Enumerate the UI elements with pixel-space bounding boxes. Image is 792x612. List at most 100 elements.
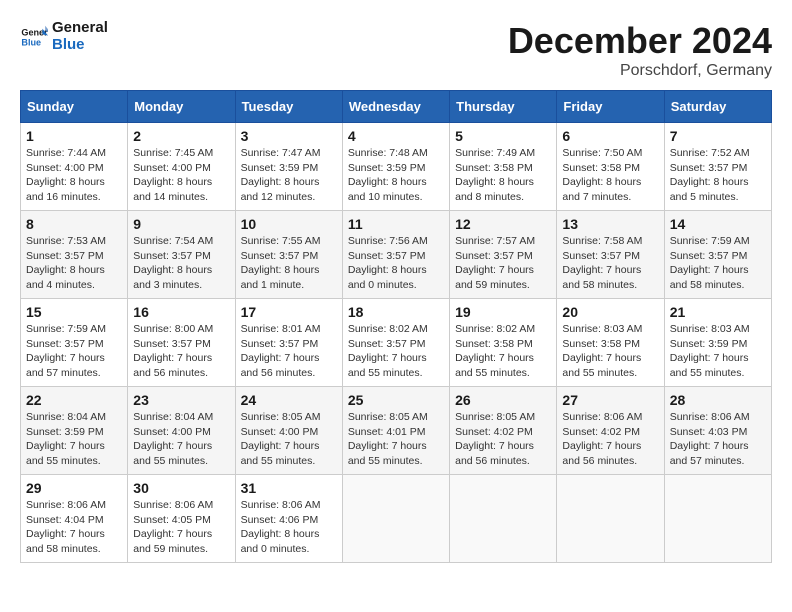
day-info: Sunrise: 7:57 AM Sunset: 3:57 PM Dayligh…	[455, 234, 551, 293]
svg-text:Blue: Blue	[21, 37, 41, 47]
daylight-label: Daylight: 8 hours and 7 minutes.	[562, 176, 641, 203]
sunrise-label: Sunrise: 7:57 AM	[455, 235, 535, 247]
day-info: Sunrise: 7:55 AM Sunset: 3:57 PM Dayligh…	[241, 234, 337, 293]
sunrise-label: Sunrise: 7:56 AM	[348, 235, 428, 247]
day-number: 3	[241, 128, 337, 144]
calendar-day-cell: 3 Sunrise: 7:47 AM Sunset: 3:59 PM Dayli…	[235, 123, 342, 211]
sunset-label: Sunset: 3:57 PM	[133, 338, 211, 350]
daylight-label: Daylight: 7 hours and 55 minutes.	[562, 352, 641, 379]
calendar-day-cell: 28 Sunrise: 8:06 AM Sunset: 4:03 PM Dayl…	[664, 387, 771, 475]
day-number: 20	[562, 304, 658, 320]
calendar-day-cell: 22 Sunrise: 8:04 AM Sunset: 3:59 PM Dayl…	[21, 387, 128, 475]
daylight-label: Daylight: 7 hours and 56 minutes.	[562, 440, 641, 467]
calendar-day-cell: 8 Sunrise: 7:53 AM Sunset: 3:57 PM Dayli…	[21, 211, 128, 299]
sunset-label: Sunset: 3:57 PM	[241, 250, 319, 262]
sunrise-label: Sunrise: 7:50 AM	[562, 147, 642, 159]
calendar-day-cell: 12 Sunrise: 7:57 AM Sunset: 3:57 PM Dayl…	[450, 211, 557, 299]
day-number: 30	[133, 480, 229, 496]
sunrise-label: Sunrise: 7:45 AM	[133, 147, 213, 159]
day-number: 6	[562, 128, 658, 144]
sunset-label: Sunset: 4:05 PM	[133, 514, 211, 526]
day-number: 31	[241, 480, 337, 496]
sunrise-label: Sunrise: 7:55 AM	[241, 235, 321, 247]
sunrise-label: Sunrise: 8:02 AM	[348, 323, 428, 335]
day-info: Sunrise: 8:02 AM Sunset: 3:58 PM Dayligh…	[455, 322, 551, 381]
location-subtitle: Porschdorf, Germany	[508, 62, 772, 80]
daylight-label: Daylight: 7 hours and 58 minutes.	[562, 264, 641, 291]
day-info: Sunrise: 8:05 AM Sunset: 4:00 PM Dayligh…	[241, 410, 337, 469]
day-info: Sunrise: 8:01 AM Sunset: 3:57 PM Dayligh…	[241, 322, 337, 381]
daylight-label: Daylight: 7 hours and 59 minutes.	[133, 528, 212, 555]
sunrise-label: Sunrise: 8:00 AM	[133, 323, 213, 335]
day-info: Sunrise: 8:03 AM Sunset: 3:58 PM Dayligh…	[562, 322, 658, 381]
logo: General Blue General Blue	[20, 20, 108, 53]
day-info: Sunrise: 7:52 AM Sunset: 3:57 PM Dayligh…	[670, 146, 766, 205]
day-number: 25	[348, 392, 444, 408]
calendar-day-cell: 11 Sunrise: 7:56 AM Sunset: 3:57 PM Dayl…	[342, 211, 449, 299]
calendar-table: SundayMondayTuesdayWednesdayThursdayFrid…	[20, 90, 772, 563]
day-info: Sunrise: 8:06 AM Sunset: 4:04 PM Dayligh…	[26, 498, 122, 557]
daylight-label: Daylight: 7 hours and 55 minutes.	[348, 440, 427, 467]
day-info: Sunrise: 7:50 AM Sunset: 3:58 PM Dayligh…	[562, 146, 658, 205]
calendar-day-cell: 21 Sunrise: 8:03 AM Sunset: 3:59 PM Dayl…	[664, 299, 771, 387]
daylight-label: Daylight: 7 hours and 55 minutes.	[348, 352, 427, 379]
calendar-day-cell: 30 Sunrise: 8:06 AM Sunset: 4:05 PM Dayl…	[128, 475, 235, 563]
day-info: Sunrise: 8:04 AM Sunset: 4:00 PM Dayligh…	[133, 410, 229, 469]
calendar-day-cell: 4 Sunrise: 7:48 AM Sunset: 3:59 PM Dayli…	[342, 123, 449, 211]
sunrise-label: Sunrise: 8:06 AM	[670, 411, 750, 423]
calendar-day-cell: 31 Sunrise: 8:06 AM Sunset: 4:06 PM Dayl…	[235, 475, 342, 563]
calendar-day-cell: 1 Sunrise: 7:44 AM Sunset: 4:00 PM Dayli…	[21, 123, 128, 211]
day-number: 29	[26, 480, 122, 496]
weekday-header-tuesday: Tuesday	[235, 91, 342, 123]
sunset-label: Sunset: 3:57 PM	[241, 338, 319, 350]
daylight-label: Daylight: 8 hours and 1 minute.	[241, 264, 320, 291]
sunrise-label: Sunrise: 7:59 AM	[670, 235, 750, 247]
title-area: December 2024 Porschdorf, Germany	[508, 20, 772, 80]
sunrise-label: Sunrise: 8:04 AM	[26, 411, 106, 423]
sunrise-label: Sunrise: 7:48 AM	[348, 147, 428, 159]
calendar-week-row: 29 Sunrise: 8:06 AM Sunset: 4:04 PM Dayl…	[21, 475, 772, 563]
daylight-label: Daylight: 8 hours and 0 minutes.	[348, 264, 427, 291]
day-number: 23	[133, 392, 229, 408]
logo-icon: General Blue	[20, 23, 48, 51]
daylight-label: Daylight: 8 hours and 0 minutes.	[241, 528, 320, 555]
calendar-day-cell: 20 Sunrise: 8:03 AM Sunset: 3:58 PM Dayl…	[557, 299, 664, 387]
day-info: Sunrise: 7:59 AM Sunset: 3:57 PM Dayligh…	[26, 322, 122, 381]
day-info: Sunrise: 8:06 AM Sunset: 4:06 PM Dayligh…	[241, 498, 337, 557]
sunset-label: Sunset: 3:57 PM	[348, 250, 426, 262]
sunrise-label: Sunrise: 8:06 AM	[26, 499, 106, 511]
sunrise-label: Sunrise: 8:01 AM	[241, 323, 321, 335]
day-number: 28	[670, 392, 766, 408]
calendar-week-row: 22 Sunrise: 8:04 AM Sunset: 3:59 PM Dayl…	[21, 387, 772, 475]
sunrise-label: Sunrise: 7:47 AM	[241, 147, 321, 159]
day-info: Sunrise: 8:00 AM Sunset: 3:57 PM Dayligh…	[133, 322, 229, 381]
day-number: 22	[26, 392, 122, 408]
sunrise-label: Sunrise: 7:49 AM	[455, 147, 535, 159]
daylight-label: Daylight: 7 hours and 57 minutes.	[26, 352, 105, 379]
day-number: 17	[241, 304, 337, 320]
day-info: Sunrise: 7:53 AM Sunset: 3:57 PM Dayligh…	[26, 234, 122, 293]
day-info: Sunrise: 7:49 AM Sunset: 3:58 PM Dayligh…	[455, 146, 551, 205]
calendar-day-cell: 24 Sunrise: 8:05 AM Sunset: 4:00 PM Dayl…	[235, 387, 342, 475]
sunset-label: Sunset: 3:57 PM	[26, 338, 104, 350]
day-number: 24	[241, 392, 337, 408]
day-info: Sunrise: 7:48 AM Sunset: 3:59 PM Dayligh…	[348, 146, 444, 205]
day-number: 5	[455, 128, 551, 144]
day-number: 27	[562, 392, 658, 408]
sunset-label: Sunset: 3:59 PM	[348, 162, 426, 174]
daylight-label: Daylight: 8 hours and 8 minutes.	[455, 176, 534, 203]
sunset-label: Sunset: 4:06 PM	[241, 514, 319, 526]
day-number: 15	[26, 304, 122, 320]
day-info: Sunrise: 7:45 AM Sunset: 4:00 PM Dayligh…	[133, 146, 229, 205]
sunrise-label: Sunrise: 7:53 AM	[26, 235, 106, 247]
calendar-day-cell: 5 Sunrise: 7:49 AM Sunset: 3:58 PM Dayli…	[450, 123, 557, 211]
day-info: Sunrise: 8:04 AM Sunset: 3:59 PM Dayligh…	[26, 410, 122, 469]
sunrise-label: Sunrise: 8:03 AM	[562, 323, 642, 335]
weekday-header-sunday: Sunday	[21, 91, 128, 123]
day-info: Sunrise: 8:06 AM Sunset: 4:02 PM Dayligh…	[562, 410, 658, 469]
sunrise-label: Sunrise: 8:06 AM	[133, 499, 213, 511]
day-info: Sunrise: 8:06 AM Sunset: 4:05 PM Dayligh…	[133, 498, 229, 557]
calendar-day-cell: 26 Sunrise: 8:05 AM Sunset: 4:02 PM Dayl…	[450, 387, 557, 475]
daylight-label: Daylight: 7 hours and 55 minutes.	[241, 440, 320, 467]
sunset-label: Sunset: 3:57 PM	[455, 250, 533, 262]
